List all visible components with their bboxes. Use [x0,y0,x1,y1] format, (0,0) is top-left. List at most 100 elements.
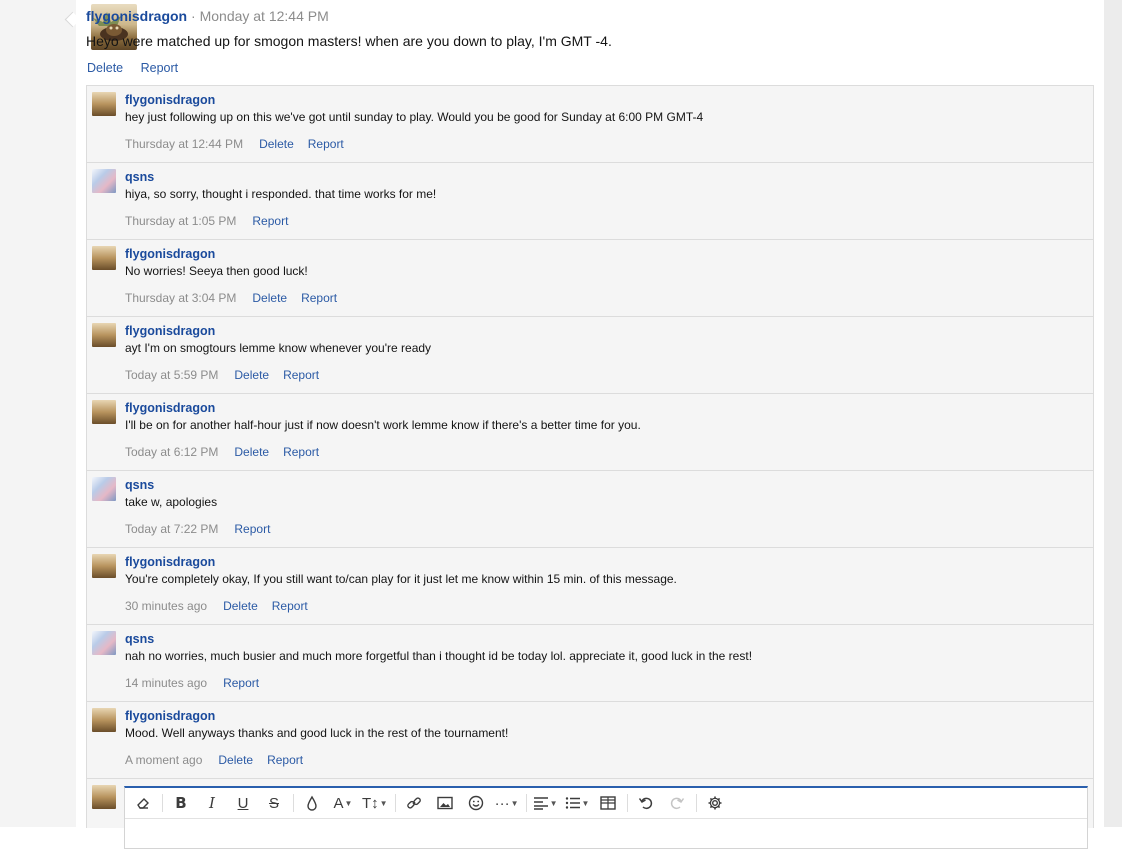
post-meta: flygonisdragon · Monday at 12:44 PM [86,8,329,24]
eraser-icon[interactable] [131,791,155,815]
comment-timestamp[interactable]: Today at 6:12 PM [125,445,218,459]
flygon-avatar[interactable] [92,246,116,270]
comment-author[interactable]: flygonisdragon [125,401,215,415]
post-author[interactable]: flygonisdragon [86,8,187,24]
chevron-down-icon: ▼ [344,798,353,808]
report-link[interactable]: Report [308,137,344,151]
comment-text: hey just following up on this we've got … [125,110,704,124]
qsns-avatar[interactable] [92,631,116,655]
delete-link[interactable]: Delete [223,599,258,613]
comment-author[interactable]: flygonisdragon [125,709,215,723]
font-size-glyph: T↕ [362,794,379,812]
post-actions: Delete Report [87,61,192,75]
comment-text: Mood. Well anyways thanks and good luck … [125,726,509,740]
text-color-icon[interactable] [300,791,324,815]
flygon-avatar[interactable] [92,323,116,347]
comment-author[interactable]: qsns [125,478,154,492]
comment-author[interactable]: qsns [125,632,154,646]
italic-icon[interactable]: I [200,791,224,815]
page-gutter-left [0,0,76,827]
align-icon[interactable]: ▼ [533,791,558,815]
comment-item: flygonisdragon I'll be on for another hal… [87,394,1093,471]
toolbar-separator [696,794,698,812]
bold-icon[interactable]: B [169,791,193,815]
meta-separator: · [187,8,200,24]
comment-timestamp[interactable]: Today at 5:59 PM [125,368,218,382]
comment-item: flygonisdragon Mood. Well anyways thanks … [87,702,1093,779]
delete-link[interactable]: Delete [234,368,269,382]
editor-input[interactable] [125,818,1087,849]
comment-author[interactable]: flygonisdragon [125,247,215,261]
scrollbar-track[interactable] [1104,0,1122,827]
comment-timestamp[interactable]: Today at 7:22 PM [125,522,218,536]
comment-text: I'll be on for another half-hour just if… [125,418,641,432]
delete-link[interactable]: Delete [218,753,253,767]
report-link[interactable]: Report [223,676,259,690]
flygon-avatar[interactable] [92,785,116,809]
report-link[interactable]: Report [283,445,319,459]
delete-link[interactable]: Delete [259,137,294,151]
comment-timestamp[interactable]: A moment ago [125,753,202,767]
comment-actions: Thursday at 1:05 PM Report [125,214,302,228]
comment-item: qsns take w, apologies Today at 7:22 PM Rep… [87,471,1093,548]
settings-icon[interactable] [703,791,727,815]
comment-author[interactable]: flygonisdragon [125,93,215,107]
chevron-down-icon: ▼ [581,798,590,808]
table-icon[interactable] [596,791,620,815]
toolbar-separator [525,794,527,812]
editor-toolbar: B I U S A ▼ T↕ ▼ ··· ▼ ▼ ▼ [125,788,1087,818]
delete-link[interactable]: Delete [234,445,269,459]
comment-timestamp[interactable]: 30 minutes ago [125,599,207,613]
redo-icon[interactable] [665,791,689,815]
list-icon[interactable]: ▼ [565,791,590,815]
report-link[interactable]: Report [283,368,319,382]
font-size-icon[interactable]: T↕ ▼ [362,791,388,815]
comment-text: hiya, so sorry, thought i responded. tha… [125,187,437,201]
comment-timestamp[interactable]: Thursday at 3:04 PM [125,291,236,305]
flygon-avatar[interactable] [92,708,116,732]
strikethrough-icon[interactable]: S [262,791,286,815]
qsns-avatar[interactable] [92,477,116,501]
report-link[interactable]: Report [141,61,179,75]
comment-actions: 30 minutes ago Delete Report [125,599,322,613]
report-link[interactable]: Report [234,522,270,536]
report-link[interactable]: Report [272,599,308,613]
comment-timestamp[interactable]: Thursday at 12:44 PM [125,137,243,151]
comment-author[interactable]: flygonisdragon [125,555,215,569]
more-glyph: ··· [494,794,510,812]
report-link[interactable]: Report [267,753,303,767]
delete-link[interactable]: Delete [252,291,287,305]
toolbar-separator [627,794,629,812]
toolbar-separator [162,794,163,812]
flygon-avatar[interactable] [92,92,116,116]
link-icon[interactable] [402,791,426,815]
report-link[interactable]: Report [252,214,288,228]
more-icon[interactable]: ··· ▼ [495,791,519,815]
comment-item: flygonisdragon hey just following up on t… [87,86,1093,163]
undo-icon[interactable] [634,791,658,815]
comment-actions: Today at 7:22 PM Report [125,522,284,536]
flygon-avatar[interactable] [92,554,116,578]
chevron-down-icon: ▼ [379,798,388,808]
comment-actions: Thursday at 3:04 PM Delete Report [125,291,351,305]
comment-timestamp[interactable]: Thursday at 1:05 PM [125,214,236,228]
profile-post: flygonisdragon · Monday at 12:44 PM Heyo… [76,0,1104,849]
flygon-avatar[interactable] [92,400,116,424]
comment-text: nah no worries, much busier and much mor… [125,649,753,663]
underline-icon[interactable]: U [231,791,255,815]
comment-editor[interactable]: B I U S A ▼ T↕ ▼ ··· ▼ ▼ ▼ [124,786,1088,849]
post-timestamp[interactable]: Monday at 12:44 PM [200,8,329,24]
font-family-glyph: A [333,794,344,812]
report-link[interactable]: Report [301,291,337,305]
comment-item: qsns nah no worries, much busier and much… [87,625,1093,702]
comment-author[interactable]: flygonisdragon [125,324,215,338]
qsns-avatar[interactable] [92,169,116,193]
post-body: Heyo were matched up for smogon masters!… [86,33,612,49]
font-family-icon[interactable]: A ▼ [331,791,355,815]
comment-timestamp[interactable]: 14 minutes ago [125,676,207,690]
delete-link[interactable]: Delete [87,61,123,75]
comment-author[interactable]: qsns [125,170,154,184]
emoji-icon[interactable] [464,791,488,815]
image-icon[interactable] [433,791,457,815]
comment-actions: Today at 5:59 PM Delete Report [125,368,333,382]
